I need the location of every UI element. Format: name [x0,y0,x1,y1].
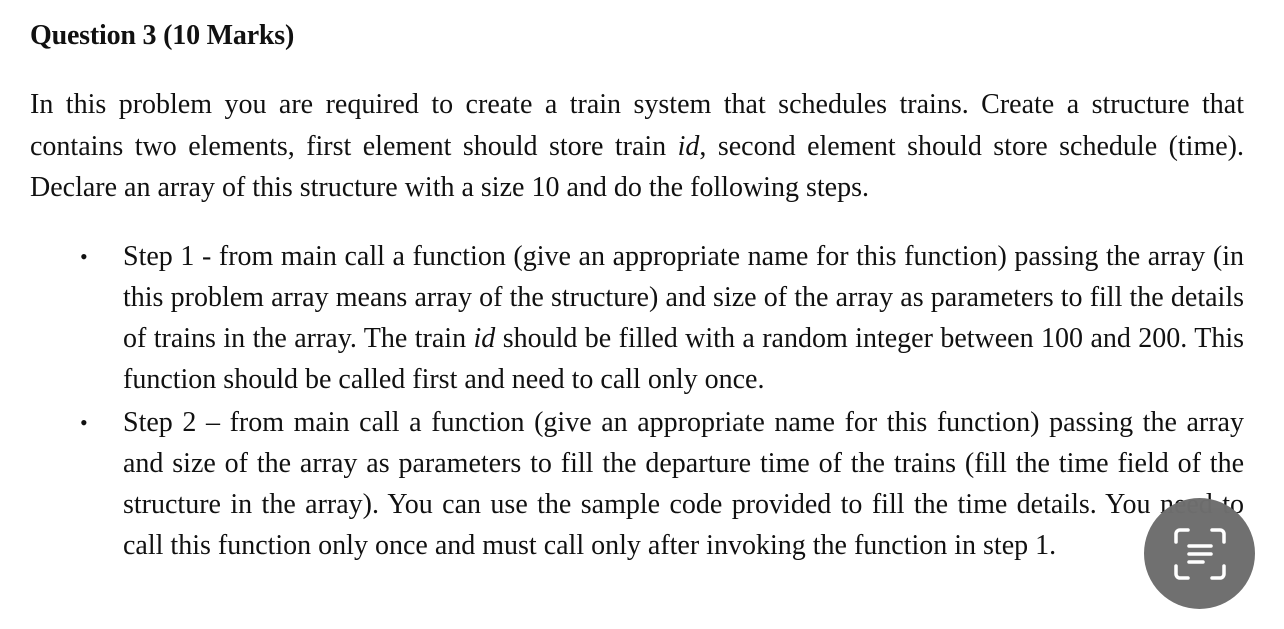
scan-text-button[interactable] [1144,498,1255,609]
step-2-item: • Step 2 – from main call a function (gi… [30,402,1244,566]
step-1-item: • Step 1 - from main call a function (gi… [30,236,1244,400]
scan-text-icon [1173,527,1226,580]
bullet-icon: • [80,244,88,269]
step-2-text: Step 2 – from main call a function (give… [123,407,1244,561]
step-1-italic-id: id [473,323,496,354]
steps-list: • Step 1 - from main call a function (gi… [30,236,1244,566]
intro-paragraph: In this problem you are required to crea… [30,84,1244,209]
bullet-icon: • [80,410,88,435]
intro-italic-id: id [677,130,700,162]
question-title: Question 3 (10 Marks) [30,20,295,51]
